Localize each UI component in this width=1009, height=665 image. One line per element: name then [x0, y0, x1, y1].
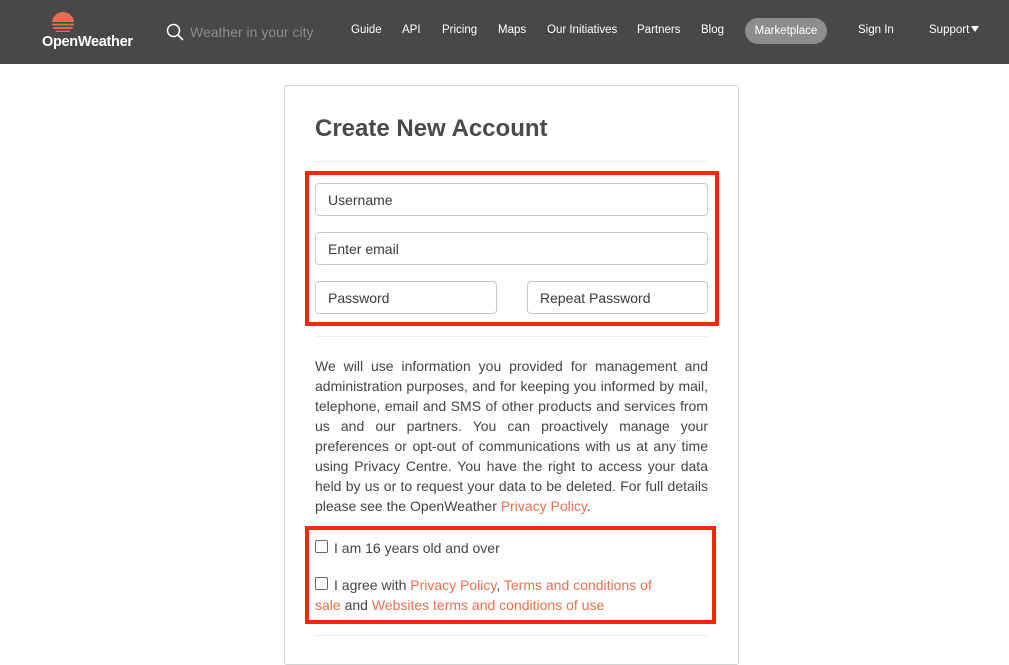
nav-partners[interactable]: Partners [637, 24, 680, 36]
caret-down-icon [971, 26, 980, 32]
logo-text: OpenWeather [42, 34, 133, 50]
nav-pricing[interactable]: Pricing [442, 24, 477, 36]
nav-guide[interactable]: Guide [351, 24, 382, 36]
nav-support-label: Support [929, 24, 970, 36]
nav-blog[interactable]: Blog [701, 24, 724, 36]
search-box[interactable] [166, 20, 336, 44]
top-navbar: OpenWeather Guide API Pricing Maps Our I… [0, 0, 1009, 64]
notice-end: . [586, 498, 591, 514]
privacy-policy-link[interactable]: Privacy Policy [501, 498, 587, 514]
nav-marketplace-button[interactable]: Marketplace [745, 18, 827, 44]
fields-highlight-box [305, 171, 719, 326]
bottom-divider [315, 635, 708, 636]
nav-our-initiatives[interactable]: Our Initiatives [547, 24, 617, 36]
notice-text: We will use information you provided for… [315, 358, 708, 514]
nav-api[interactable]: API [402, 24, 421, 36]
search-icon [166, 23, 184, 41]
openweather-logo[interactable]: OpenWeather [40, 10, 140, 54]
fields-divider [315, 336, 708, 337]
data-usage-notice: We will use information you provided for… [315, 356, 708, 516]
title-divider [315, 161, 708, 162]
sun-logo-icon [46, 12, 80, 34]
search-input[interactable] [190, 20, 330, 44]
nav-sign-in[interactable]: Sign In [858, 24, 894, 36]
nav-support[interactable]: Support [929, 24, 980, 36]
nav-marketplace-label: Marketplace [754, 25, 818, 37]
consent-highlight-box [305, 526, 716, 624]
nav-maps[interactable]: Maps [498, 24, 526, 36]
page-title: Create New Account [315, 115, 548, 142]
